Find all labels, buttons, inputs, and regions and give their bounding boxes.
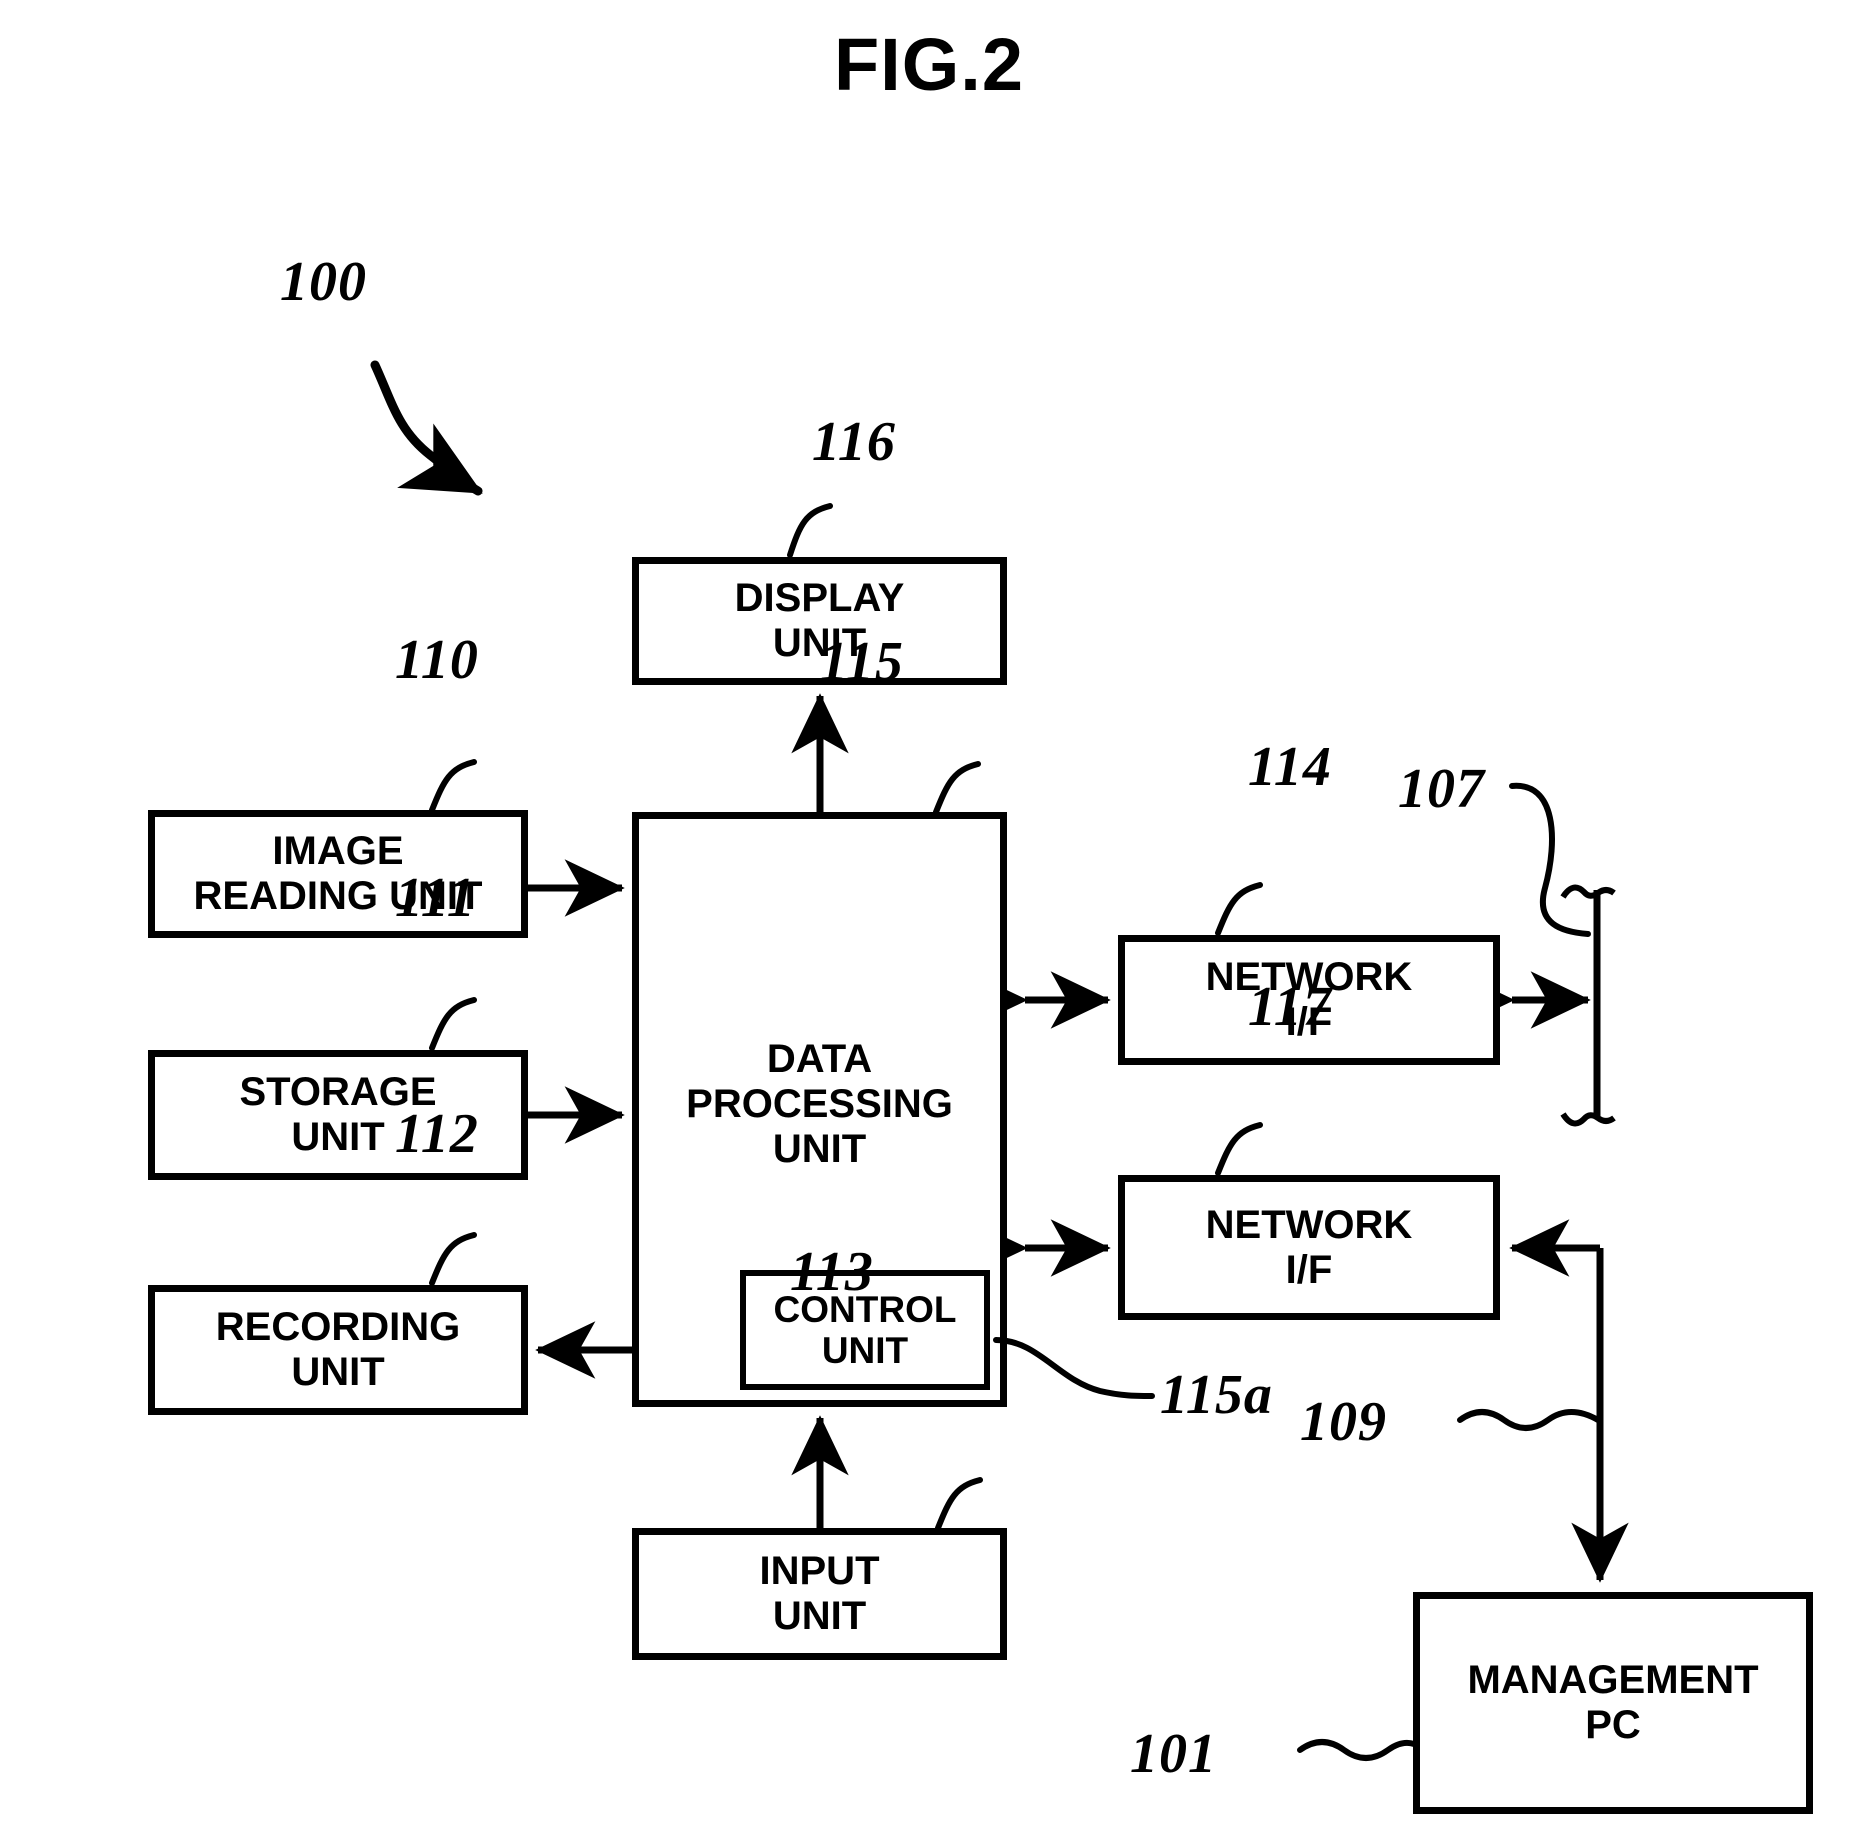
ref-label-113: 113 — [790, 1241, 874, 1303]
management-pc-box[interactable]: MANAGEMENT PC — [1413, 1592, 1813, 1814]
ref-label-107: 107 — [1398, 758, 1485, 820]
leader-115 — [933, 761, 981, 815]
ref-label-101: 101 — [1130, 1723, 1217, 1785]
leader-107 — [1509, 782, 1591, 937]
leader-101 — [1297, 1739, 1417, 1761]
data-processing-unit-label-line1: DATA — [766, 1037, 873, 1081]
leader-110 — [429, 759, 477, 813]
ref-label-100: 100 — [280, 251, 367, 313]
management-pc-label-line1: MANAGEMENT — [1467, 1658, 1759, 1703]
leader-109 — [1457, 1409, 1601, 1431]
ref-label-110: 110 — [395, 629, 479, 691]
network-bus-cap-bottom — [1560, 1112, 1616, 1127]
leader-116 — [787, 503, 833, 558]
network-if-bottom-label-line1: NETWORK — [1205, 1202, 1413, 1247]
leader-117 — [1215, 1122, 1263, 1176]
recording-unit-label-line1: RECORDING — [215, 1305, 461, 1350]
ref-label-114: 114 — [1248, 736, 1332, 798]
input-unit-box[interactable]: INPUT UNIT — [632, 1528, 1007, 1660]
ref-label-117: 117 — [1248, 976, 1332, 1038]
display-unit-label-line1: DISPLAY — [734, 576, 905, 621]
leader-111 — [429, 997, 477, 1051]
ref-label-116: 116 — [812, 411, 896, 473]
recording-unit-label-line2: UNIT — [291, 1350, 385, 1394]
ref-label-115: 115 — [820, 631, 904, 693]
leader-113 — [935, 1477, 983, 1531]
data-processing-unit-label-line2: PROCESSING — [686, 1081, 953, 1126]
ref-label-111: 111 — [395, 867, 476, 929]
leader-114 — [1215, 882, 1263, 936]
figure-title: FIG.2 — [833, 23, 1025, 106]
network-bus-cap-top — [1560, 884, 1616, 899]
network-if-bottom-box[interactable]: NETWORK I/F — [1118, 1175, 1500, 1320]
data-processing-unit-label-line3: UNIT — [772, 1126, 867, 1171]
leader-112 — [429, 1232, 477, 1286]
recording-unit-box[interactable]: RECORDING UNIT — [148, 1285, 528, 1415]
control-unit-label-line2: UNIT — [821, 1330, 909, 1371]
management-pc-label-line2: PC — [1585, 1703, 1641, 1747]
ref-label-109: 109 — [1300, 1391, 1387, 1453]
patent-figure: FIG.2 DISPLAY UNIT IMAGE READING UNIT ST… — [0, 0, 1858, 1842]
leader-100 — [370, 360, 483, 496]
ref-label-115a: 115a — [1160, 1364, 1273, 1426]
leader-115a — [993, 1337, 1155, 1399]
input-unit-label-line1: INPUT — [759, 1549, 880, 1594]
ref-label-112: 112 — [395, 1103, 479, 1165]
network-if-bottom-label-line2: I/F — [1285, 1247, 1333, 1292]
input-unit-label-line2: UNIT — [772, 1594, 867, 1638]
